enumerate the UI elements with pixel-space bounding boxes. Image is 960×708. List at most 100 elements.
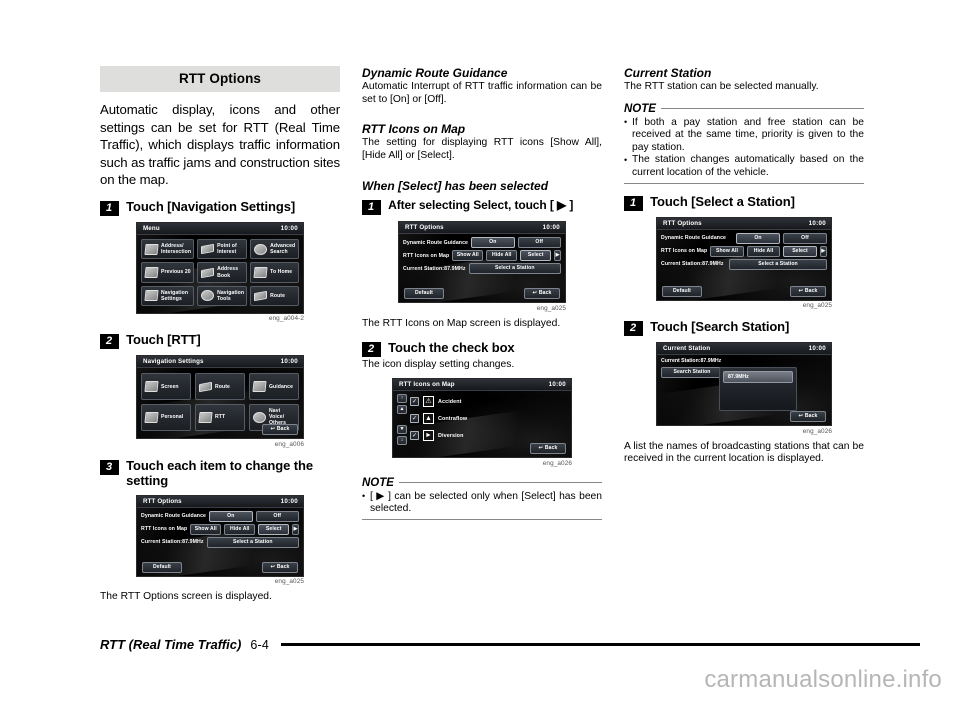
personal-icon — [144, 411, 159, 423]
tile-label: Personal — [161, 414, 184, 421]
show-all-button[interactable]: Show All — [452, 250, 484, 262]
hide-all-button[interactable]: Hide All — [224, 523, 256, 535]
heading-current-station: Current Station — [624, 66, 712, 80]
icon-list-item[interactable]: ✓ ▲ Contraflow — [410, 411, 567, 426]
chevron-right-icon[interactable]: ▶ — [819, 245, 827, 257]
step-2-search-station: 2 Touch [Search Station] — [624, 319, 864, 337]
current-station-label: Current Station:87.9MHz — [661, 358, 722, 365]
off-button[interactable]: Off — [783, 232, 827, 244]
menu-tile[interactable]: Point of Interest — [197, 238, 248, 260]
screen-footer: ↩ Back — [657, 411, 831, 423]
icon-list-item[interactable]: ✓ ⚠ Accident — [410, 394, 567, 409]
default-button[interactable]: Default — [404, 288, 444, 300]
note-block: NOTE [ ▶ ] can be selected only when [Se… — [362, 477, 602, 520]
menu-tile[interactable]: Address Book — [197, 262, 248, 283]
figure-caption: eng_a006 — [274, 440, 304, 448]
step-number: 2 — [624, 321, 644, 337]
navset-tile[interactable]: Route — [195, 373, 245, 401]
menu-tile[interactable]: Navigation Settings — [141, 285, 195, 307]
step-label: Touch [Select a Station] — [650, 193, 795, 209]
search-station-button[interactable]: Search Station — [661, 367, 723, 379]
screen-titlebar: Navigation Settings 10:00 — [137, 356, 303, 369]
menu-tile[interactable]: Route — [250, 285, 299, 307]
on-button[interactable]: On — [736, 232, 780, 244]
default-button[interactable]: Default — [142, 561, 182, 573]
navset-tile[interactable]: Screen — [141, 373, 191, 401]
on-button[interactable]: On — [471, 237, 515, 249]
screen-icon — [144, 381, 159, 393]
scroll-down-icon[interactable]: ▼ — [397, 425, 407, 435]
back-button[interactable]: ↩ Back — [524, 288, 560, 300]
icon-list-item[interactable]: ✓ ► Diversion — [410, 428, 567, 443]
manual-page: RTT Options Automatic display, icons and… — [0, 0, 960, 708]
select-button[interactable]: Select — [520, 250, 552, 262]
select-button[interactable]: Select — [783, 245, 817, 257]
option-rows: Dynamic Route Guidance On Off RTT Icons … — [137, 508, 303, 548]
paragraph-current-station: The RTT station can be selected manually… — [624, 81, 819, 92]
note-label: NOTE — [362, 476, 394, 489]
menu-tile[interactable]: To Home — [250, 262, 299, 283]
tile-label: Screen — [161, 383, 179, 390]
chevron-right-icon[interactable]: ▶ — [292, 523, 300, 535]
off-button[interactable]: Off — [255, 510, 299, 522]
tile-label: Address/ Intersection — [161, 242, 192, 256]
checkbox[interactable]: ✓ — [410, 397, 419, 407]
scroll-controls: ↑ ▲ ▼ ↓ — [397, 394, 407, 446]
screen-title: Menu — [143, 224, 160, 232]
select-button[interactable]: Select — [258, 523, 290, 535]
back-button[interactable]: ↩ Back — [262, 424, 298, 436]
screen-footer: Default ↩ Back — [399, 288, 565, 300]
chevron-right-icon[interactable]: ▶ — [554, 250, 562, 262]
note-item: The station changes automatically based … — [624, 154, 864, 179]
screen-titlebar: Menu 10:00 — [137, 222, 303, 235]
menu-tile[interactable]: Advanced Search — [250, 238, 299, 260]
option-row-current-station: Current Station:87.9MHz Select a Station — [403, 263, 561, 275]
left-after-text: The RTT Options screen is displayed. — [100, 591, 272, 603]
tile-label: Navigation Tools — [217, 289, 245, 302]
back-arrow-icon: ↩ — [270, 426, 275, 433]
column-left: RTT Options Automatic display, icons and… — [100, 66, 340, 606]
menu-screen: Menu 10:00 Address/ Intersection Point o… — [136, 221, 304, 314]
menu-tile[interactable]: Previous 20 — [141, 262, 195, 283]
back-label: Back — [276, 426, 290, 433]
icon-list: ✓ ⚠ Accident ✓ ▲ Contraflow ✓ ► Diversio… — [410, 394, 567, 445]
checkbox[interactable]: ✓ — [410, 414, 419, 424]
default-button[interactable]: Default — [662, 285, 702, 297]
footer-title: RTT (Real Time Traffic) — [100, 637, 242, 652]
station-list-item[interactable]: 87.9MHz — [723, 371, 793, 384]
option-row-current-station: Current Station:87.9MHz Select a Station — [141, 536, 299, 548]
off-button[interactable]: Off — [517, 237, 561, 249]
paragraph-icon-display: The icon display setting changes. — [362, 359, 515, 371]
note-header: NOTE — [362, 477, 602, 489]
tile-label: Route — [270, 292, 286, 299]
tile-label: Previous 20 — [161, 269, 191, 276]
note-label: NOTE — [624, 102, 656, 115]
select-a-station-button[interactable]: Select a Station — [729, 258, 827, 270]
figure-caption: eng_a026 — [802, 427, 832, 435]
heading-when-select-selected: When [Select] has been selected — [362, 179, 549, 194]
menu-tile[interactable]: Navigation Tools — [197, 285, 248, 307]
note-bottom-rule — [624, 182, 864, 184]
step-label: Touch the check box — [388, 340, 515, 356]
hide-all-button[interactable]: Hide All — [486, 250, 518, 262]
select-a-station-button[interactable]: Select a Station — [468, 263, 561, 275]
icon-checkbox-area: ↑ ▲ ▼ ↓ ✓ ⚠ Accident ✓ ▲ Contraflow ✓ ► … — [393, 391, 571, 446]
show-all-button[interactable]: Show All — [710, 245, 744, 257]
checkbox[interactable]: ✓ — [410, 431, 419, 441]
navset-tile[interactable]: Guidance — [249, 373, 299, 401]
on-button[interactable]: On — [209, 510, 253, 522]
back-button[interactable]: ↩ Back — [790, 285, 826, 297]
scroll-top-icon[interactable]: ↑ — [397, 394, 407, 404]
back-button[interactable]: ↩ Back — [262, 561, 298, 573]
screen-body: Address/ Intersection Point of Interest … — [137, 235, 303, 310]
hide-all-button[interactable]: Hide All — [746, 245, 781, 257]
back-label: Back — [544, 445, 558, 452]
screen-body: Dynamic Route Guidance On Off RTT Icons … — [137, 508, 303, 548]
scroll-up-icon[interactable]: ▲ — [397, 405, 407, 415]
show-all-button[interactable]: Show All — [190, 523, 222, 535]
step-1-touch-arrow: 1 After selecting Select, touch [ ▶ ] — [362, 198, 602, 216]
back-button[interactable]: ↩ Back — [790, 411, 826, 423]
select-a-station-button[interactable]: Select a Station — [206, 536, 299, 548]
back-button[interactable]: ↩ Back — [530, 443, 566, 455]
menu-tile[interactable]: Address/ Intersection — [141, 238, 195, 260]
